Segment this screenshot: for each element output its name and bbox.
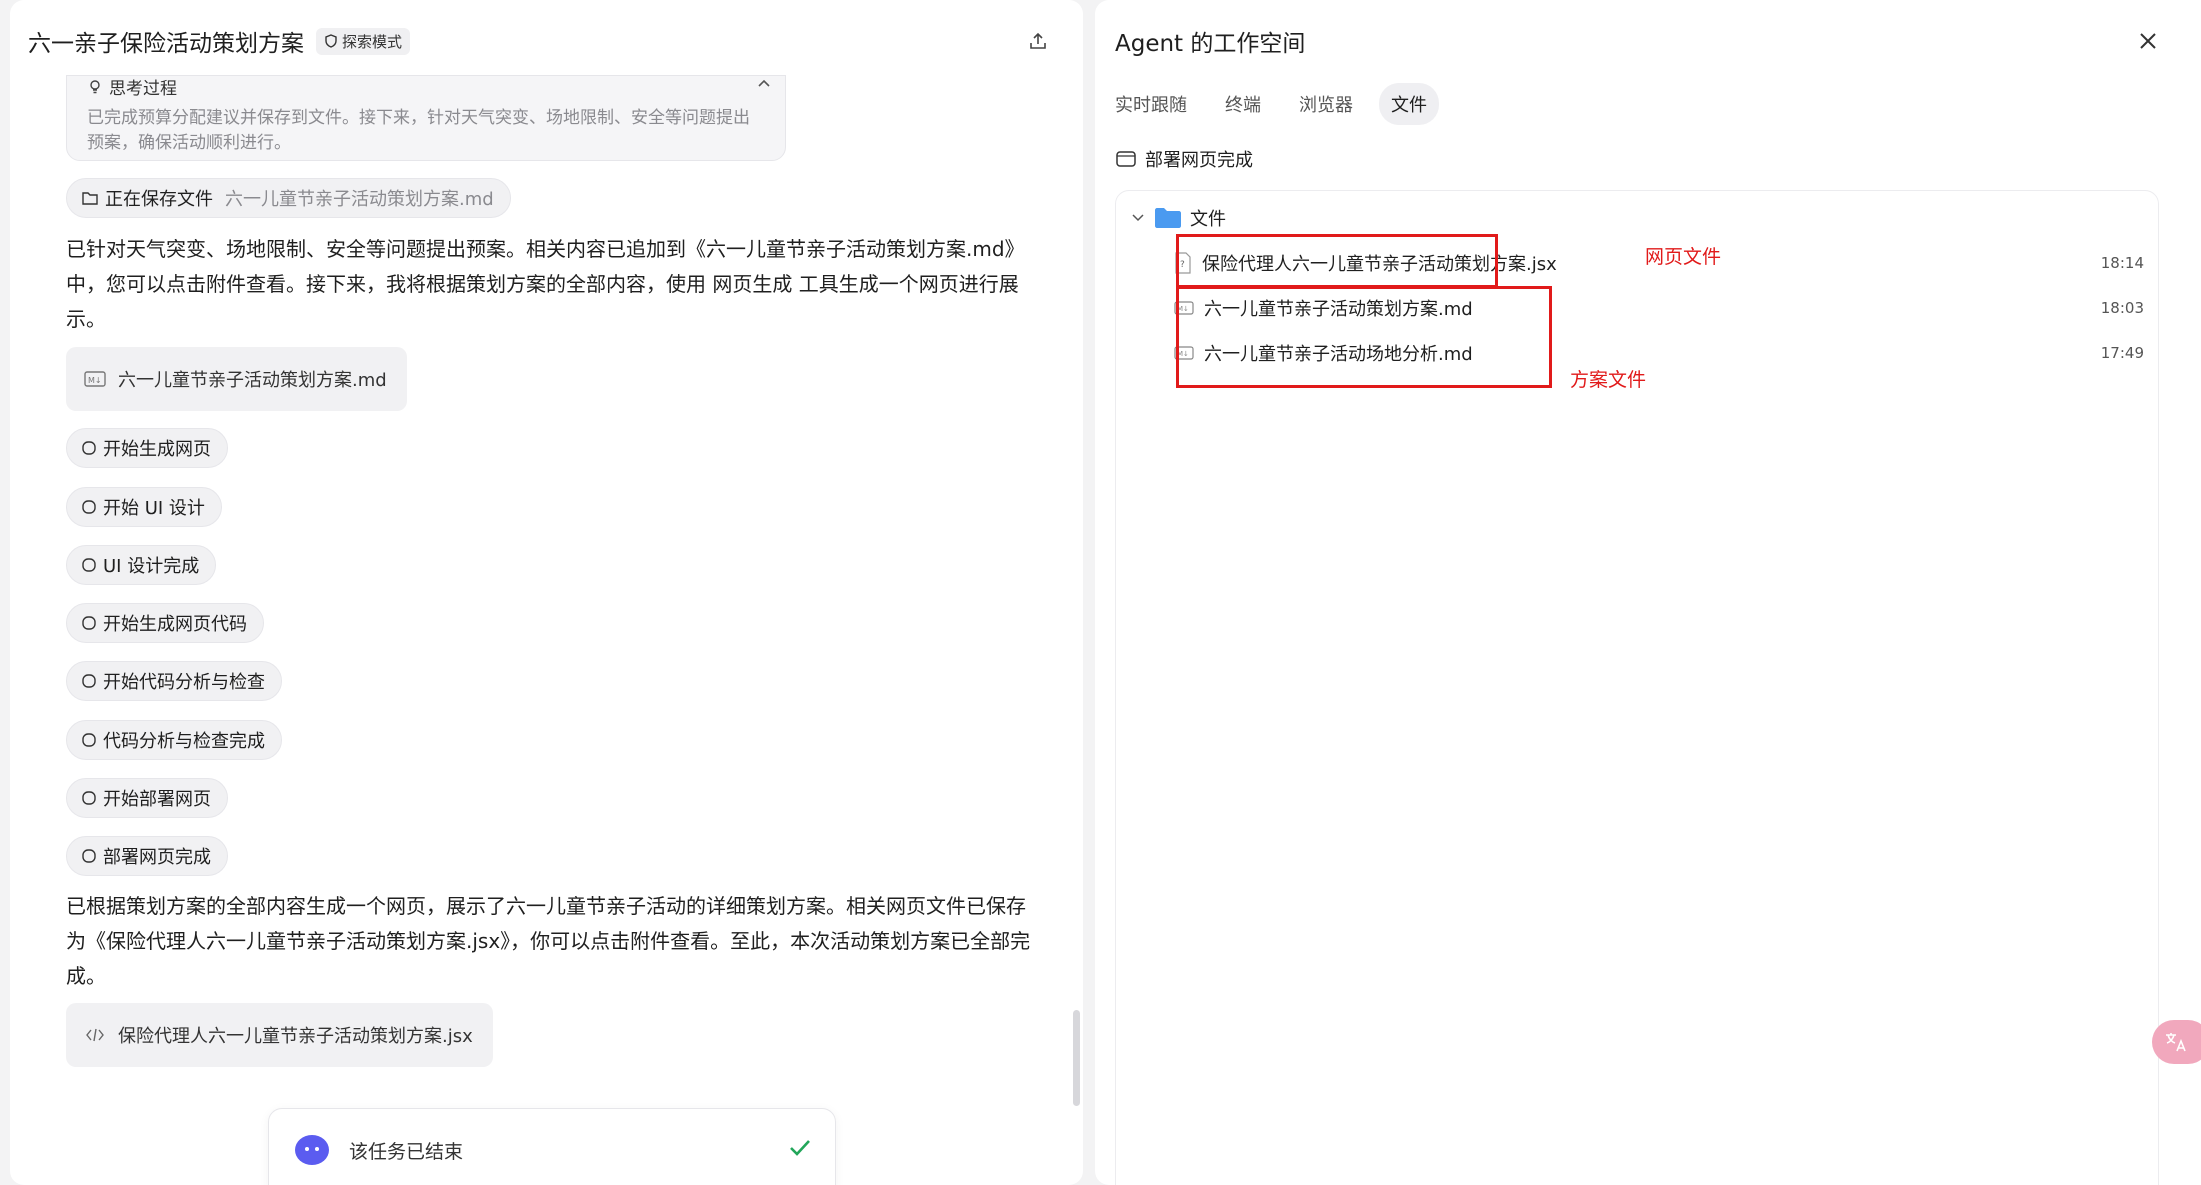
chat-header: 六一亲子保险活动策划方案 探索模式 xyxy=(28,24,411,58)
workspace-title: Agent 的工作空间 xyxy=(1115,31,1306,57)
chevron-down-icon xyxy=(1132,214,1144,222)
step-chip[interactable]: 开始生成网页 xyxy=(66,428,228,468)
folder-outline-icon xyxy=(82,192,98,205)
step-icon xyxy=(82,558,96,572)
step-chip[interactable]: 开始部署网页 xyxy=(66,778,228,818)
annotation-label-plan-file: 方案文件 xyxy=(1570,369,1647,391)
step-label: UI 设计完成 xyxy=(103,556,200,577)
translate-float-button[interactable] xyxy=(2152,1020,2201,1064)
task-ended-card: 该任务已结束 xyxy=(268,1108,836,1185)
chat-scrollbar[interactable] xyxy=(1073,1010,1080,1106)
step-icon xyxy=(82,616,96,630)
translate-icon xyxy=(2166,1033,2186,1052)
close-icon xyxy=(2140,33,2156,49)
step-label: 代码分析与检查完成 xyxy=(103,731,265,752)
saving-file-name: 六一儿童节亲子活动策划方案.md xyxy=(225,189,494,210)
workspace-status: 部署网页完成 xyxy=(1115,146,1253,172)
agent-face-icon xyxy=(305,1147,319,1151)
step-chip[interactable]: 开始 UI 设计 xyxy=(66,487,222,527)
upload-icon xyxy=(1030,32,1046,49)
step-chip[interactable]: 代码分析与检查完成 xyxy=(66,720,282,760)
step-label: 开始生成网页代码 xyxy=(103,614,247,635)
step-chip[interactable]: 开始代码分析与检查 xyxy=(66,661,282,701)
step-label: 部署网页完成 xyxy=(103,847,211,868)
step-chip[interactable]: 部署网页完成 xyxy=(66,836,228,876)
thinking-text: 已完成预算分配建议并保存到文件。接下来，针对天气突变、场地限制、安全等问题提出预… xyxy=(87,108,750,153)
page-title: 六一亲子保险活动策划方案 xyxy=(28,31,304,57)
workspace-panel: Agent 的工作空间 实时跟随 终端 浏览器 文件 部署网页完成 文件 ? 保… xyxy=(1095,0,2201,1185)
agent-avatar xyxy=(295,1135,329,1165)
folder-row[interactable]: 文件 xyxy=(1130,205,1226,231)
folder-name: 文件 xyxy=(1190,209,1226,230)
mode-badge[interactable]: 探索模式 xyxy=(316,27,411,55)
file-time: 17:49 xyxy=(2100,344,2144,362)
saving-file-chip[interactable]: 正在保存文件 六一儿童节亲子活动策划方案.md xyxy=(66,178,511,218)
saving-file-label: 正在保存文件 xyxy=(105,189,213,210)
chevron-up-icon[interactable] xyxy=(757,78,771,88)
close-button[interactable] xyxy=(2135,28,2161,54)
share-button[interactable] xyxy=(1023,26,1053,56)
attachment-md-name: 六一儿童节亲子活动策划方案.md xyxy=(118,370,387,391)
message-paragraph-1: 已针对天气突变、场地限制、安全等问题提出预案。相关内容已追加到《六一儿童节亲子活… xyxy=(66,237,1025,331)
markdown-file-icon: M↓ xyxy=(84,371,106,387)
step-label: 开始代码分析与检查 xyxy=(103,672,265,693)
tab-live-follow[interactable]: 实时跟随 xyxy=(1115,83,1199,125)
step-icon xyxy=(82,791,96,805)
annotation-label-web-file: 网页文件 xyxy=(1645,246,1722,268)
thinking-panel: 思考过程 已完成预算分配建议并保存到文件。接下来，针对天气突变、场地限制、安全等… xyxy=(66,75,786,161)
step-icon xyxy=(82,441,96,455)
annotation-box-plan-file xyxy=(1176,286,1552,388)
step-icon xyxy=(82,849,96,863)
workspace-tabs: 实时跟随 终端 浏览器 文件 xyxy=(1115,83,1439,125)
tab-files[interactable]: 文件 xyxy=(1379,83,1439,125)
step-chip[interactable]: 开始生成网页代码 xyxy=(66,603,264,643)
mode-badge-label: 探索模式 xyxy=(342,32,403,51)
workspace-status-text: 部署网页完成 xyxy=(1145,150,1253,171)
step-label: 开始部署网页 xyxy=(103,789,211,810)
code-file-icon xyxy=(86,1028,104,1042)
check-icon xyxy=(790,1140,810,1156)
attachment-md-card[interactable]: M↓ 六一儿童节亲子活动策划方案.md xyxy=(66,347,407,411)
thinking-label: 思考过程 xyxy=(109,79,177,99)
file-time: 18:14 xyxy=(2100,254,2144,272)
step-label: 开始生成网页 xyxy=(103,439,211,460)
attachment-jsx-name: 保险代理人六一儿童节亲子活动策划方案.jsx xyxy=(118,1026,473,1047)
step-label: 开始 UI 设计 xyxy=(103,498,205,519)
step-icon xyxy=(82,500,96,514)
annotation-box-web-file xyxy=(1176,234,1498,288)
folder-icon xyxy=(1155,208,1181,228)
step-icon xyxy=(82,674,96,688)
file-time: 18:03 xyxy=(2100,299,2144,317)
thinking-header[interactable]: 思考过程 xyxy=(87,74,177,99)
chat-panel: 六一亲子保险活动策划方案 探索模式 思考过程 已完成预算分配建议并保存到文件。接… xyxy=(10,0,1083,1185)
attachment-jsx-card[interactable]: 保险代理人六一儿童节亲子活动策划方案.jsx xyxy=(66,1003,493,1067)
svg-text:M↓: M↓ xyxy=(88,376,102,385)
shield-icon xyxy=(325,34,337,48)
tab-browser[interactable]: 浏览器 xyxy=(1287,83,1365,125)
task-ended-text: 该任务已结束 xyxy=(349,1141,464,1163)
bulb-icon xyxy=(90,79,100,93)
folder-outline-icon xyxy=(1116,151,1136,167)
message-paragraph-2: 已根据策划方案的全部内容生成一个网页，展示了六一儿童节亲子活动的详细策划方案。相… xyxy=(66,894,1031,988)
step-chip[interactable]: UI 设计完成 xyxy=(66,545,217,585)
tab-terminal[interactable]: 终端 xyxy=(1213,83,1273,125)
step-icon xyxy=(82,733,96,747)
